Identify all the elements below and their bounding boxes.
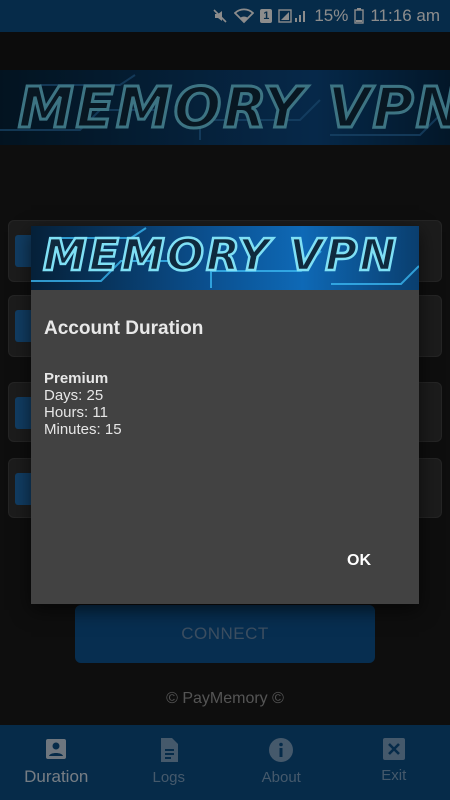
dialog-logo-text: MEMORY VPN [42,229,399,283]
account-duration-dialog: MEMORY VPN Account Duration Premium Days… [31,226,419,604]
dialog-logo-banner: MEMORY VPN [31,226,419,290]
ok-button[interactable]: OK [347,552,371,570]
days-remaining: Days: 25 [44,387,104,404]
dialog-title: Account Duration [44,318,204,339]
dialog-body: Premium Days: 25 Hours: 11 Minutes: 15 [44,370,122,438]
hours-remaining: Hours: 11 [44,404,108,421]
minutes-remaining: Minutes: 15 [44,421,122,438]
plan-name: Premium [44,370,109,387]
